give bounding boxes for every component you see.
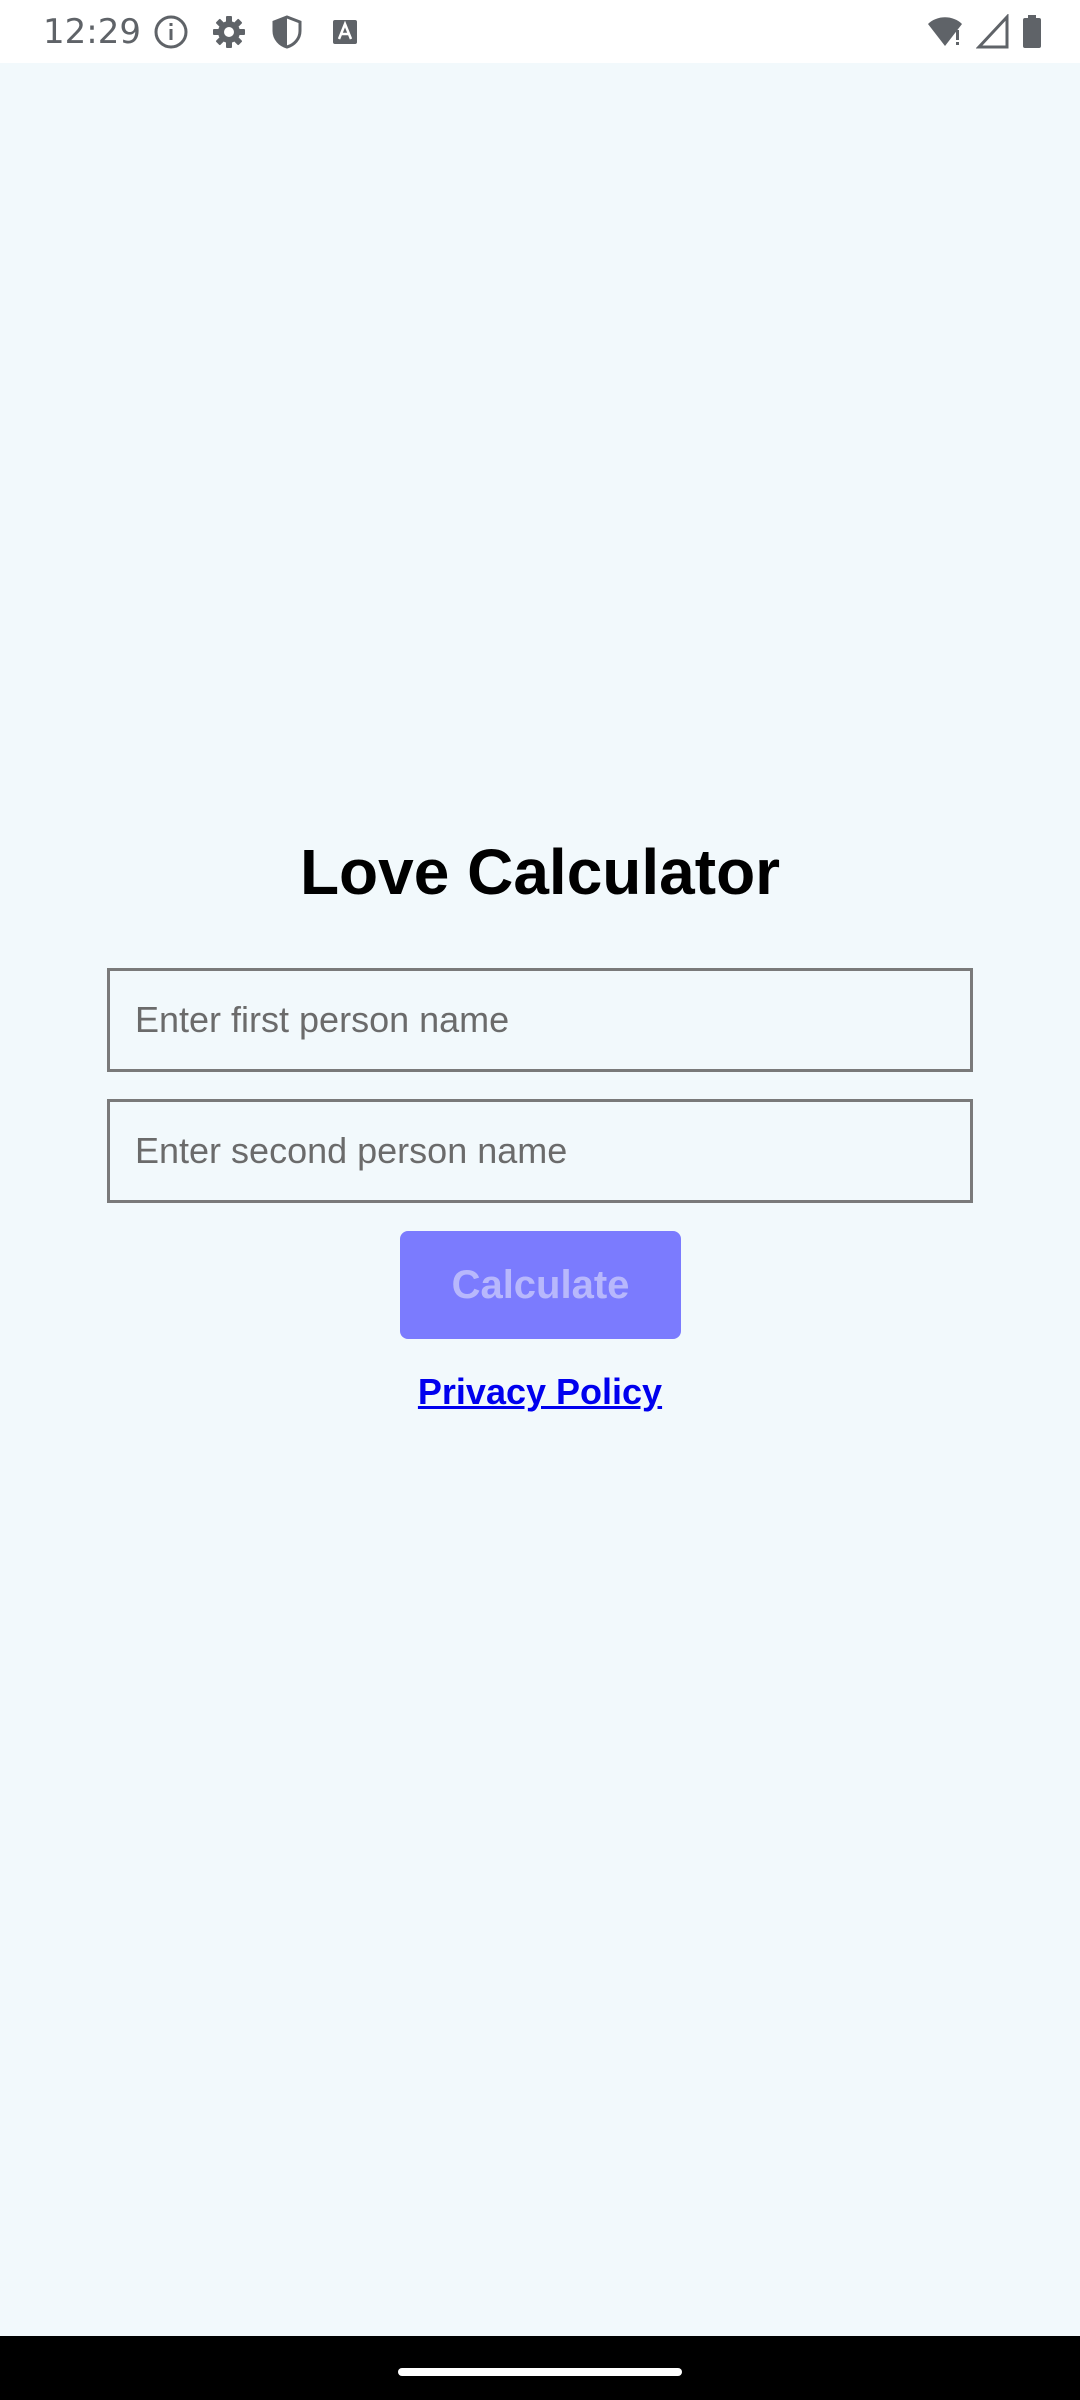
battery-icon (1020, 14, 1044, 50)
page-title: Love Calculator (299, 836, 781, 908)
navigation-bar (0, 2336, 1080, 2400)
second-name-field[interactable] (107, 1099, 973, 1203)
status-system-icons (926, 13, 1044, 50)
status-notification-icons (153, 14, 363, 50)
first-name-field[interactable] (107, 968, 973, 1072)
info-icon (153, 14, 189, 50)
calculate-button[interactable]: Calculate (400, 1231, 681, 1339)
text-a-icon (327, 14, 363, 50)
second-name-input[interactable] (135, 1102, 970, 1200)
shield-icon (269, 14, 305, 50)
wifi-alert-icon (926, 14, 966, 50)
gear-icon (211, 14, 247, 50)
status-bar: 12:29 (0, 0, 1080, 63)
signal-icon (976, 13, 1010, 50)
status-time: 12:29 (43, 11, 141, 52)
home-handle[interactable] (398, 2368, 682, 2376)
first-name-input[interactable] (135, 971, 970, 1069)
privacy-policy-link[interactable]: Privacy Policy (0, 1370, 1080, 1413)
